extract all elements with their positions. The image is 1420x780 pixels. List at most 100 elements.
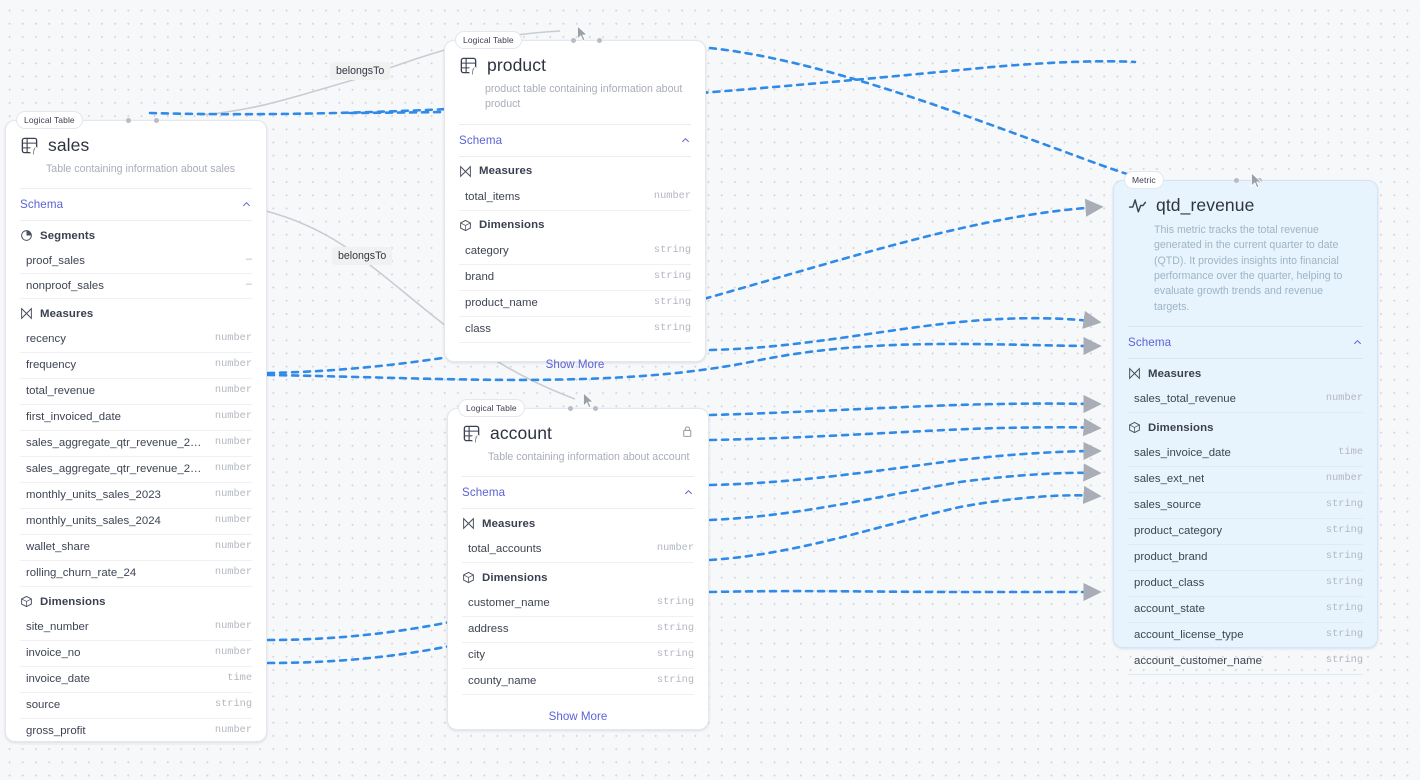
- field-type: string: [653, 269, 691, 282]
- field-row[interactable]: city string: [462, 643, 694, 670]
- handle-top-sales-2[interactable]: [154, 118, 159, 123]
- handle-top-product-2[interactable]: [597, 38, 602, 43]
- field-name: sales_total_revenue: [1134, 393, 1236, 406]
- node-sales-schema-toggle[interactable]: Schema: [20, 189, 252, 220]
- field-row[interactable]: source string: [20, 693, 252, 720]
- handle-top-sales-1[interactable]: [126, 118, 131, 123]
- group-header-measures: Measures: [20, 299, 252, 327]
- field-row[interactable]: sales_invoice_date time: [1128, 441, 1363, 468]
- field-row[interactable]: monthly_units_sales_2023 number: [20, 483, 252, 510]
- field-name: proof_sales: [26, 255, 85, 268]
- field-row[interactable]: product_class string: [1128, 571, 1363, 598]
- measures-icon: [460, 165, 471, 178]
- edge-blue-5: [708, 310, 1102, 352]
- field-row[interactable]: nonproof_sales –: [20, 274, 252, 300]
- field-row[interactable]: address string: [462, 617, 694, 644]
- field-row[interactable]: invoice_date time: [20, 667, 252, 694]
- field-row[interactable]: account_customer_name string: [1128, 649, 1363, 676]
- node-product-schema-groups: Measures total_items number Dimensions categ…: [459, 157, 691, 343]
- field-row[interactable]: rolling_churn_rate_24 number: [20, 561, 252, 588]
- edge-blue-10: [708, 485, 1102, 562]
- node-account-schema-toggle[interactable]: Schema: [462, 477, 694, 508]
- graph-canvas[interactable]: belongsTo belongsTo Logical Table f sale…: [0, 0, 1420, 780]
- group-name: Dimensions: [40, 595, 106, 608]
- dimensions-icon: [460, 219, 471, 231]
- field-name: sales_ext_net: [1134, 473, 1205, 486]
- measures-icon: [21, 307, 32, 320]
- field-type: string: [656, 674, 694, 687]
- handle-top-metric-1[interactable]: [1234, 178, 1239, 183]
- node-sales[interactable]: Logical Table f sales Table containing i…: [5, 111, 267, 746]
- field-row[interactable]: sales_source string: [1128, 493, 1363, 520]
- field-row[interactable]: gross_profit number: [20, 719, 252, 746]
- field-row[interactable]: first_invoiced_date number: [20, 405, 252, 432]
- node-account-badge: Logical Table: [458, 399, 525, 417]
- chevron-up-icon[interactable]: [680, 135, 691, 146]
- field-name: account_license_type: [1134, 629, 1244, 642]
- field-row[interactable]: customer_name string: [462, 591, 694, 618]
- node-sales-description: Table containing information about sales: [46, 163, 236, 175]
- field-row[interactable]: wallet_share number: [20, 535, 252, 562]
- edge-blue-13: [266, 640, 472, 665]
- group-header-dimensions: Dimensions: [1128, 413, 1363, 441]
- node-account-show-more-button[interactable]: Show More: [462, 695, 694, 729]
- field-row[interactable]: site_number number: [20, 615, 252, 642]
- node-product-badge: Logical Table: [455, 31, 522, 49]
- field-row[interactable]: total_revenue number: [20, 379, 252, 406]
- field-row[interactable]: sales_aggregate_qtr_revenue_20... number: [20, 431, 252, 458]
- field-row[interactable]: total_accounts number: [462, 537, 694, 564]
- measures-icon: [463, 517, 474, 530]
- field-row[interactable]: brand string: [459, 265, 691, 291]
- node-qtd-revenue[interactable]: Metric qtd_revenue This metric tracks th…: [1113, 171, 1378, 676]
- field-row[interactable]: recency number: [20, 327, 252, 354]
- group-header-dimensions: Dimensions: [459, 211, 691, 239]
- node-account-schema-groups: Measures total_accounts number Dimensions cu…: [462, 509, 694, 696]
- field-row[interactable]: sales_total_revenue number: [1128, 387, 1363, 414]
- field-row[interactable]: proof_sales –: [20, 249, 252, 275]
- group-header-segments: Segments: [20, 221, 252, 249]
- edge-blue-11: [708, 582, 1102, 602]
- field-type: number: [214, 566, 252, 579]
- field-row[interactable]: category string: [459, 239, 691, 265]
- field-row[interactable]: frequency number: [20, 353, 252, 380]
- field-type: number: [1325, 472, 1363, 485]
- dimensions-icon: [1129, 422, 1140, 434]
- field-type: number: [214, 332, 252, 345]
- mouse-cursor-icon: [577, 25, 589, 42]
- handle-top-account-1[interactable]: [568, 406, 573, 411]
- field-name: invoice_no: [26, 647, 81, 660]
- field-row[interactable]: account_license_type string: [1128, 623, 1363, 650]
- field-name: county_name: [468, 675, 537, 688]
- dimensions-icon: [21, 596, 32, 608]
- field-row[interactable]: product_category string: [1128, 519, 1363, 546]
- field-row[interactable]: class string: [459, 317, 691, 343]
- field-row[interactable]: product_brand string: [1128, 545, 1363, 572]
- field-name: brand: [465, 270, 495, 283]
- field-row[interactable]: total_items number: [459, 185, 691, 211]
- node-product[interactable]: Logical Table f product product table co…: [444, 31, 706, 371]
- chevron-up-icon[interactable]: [241, 199, 252, 210]
- field-name: nonproof_sales: [26, 280, 104, 293]
- activity-pulse-icon: [1128, 199, 1147, 213]
- node-product-description: product table containing information abo…: [485, 83, 683, 111]
- field-name: gross_profit: [26, 725, 86, 738]
- field-type: time: [1338, 446, 1363, 459]
- field-row[interactable]: monthly_units_sales_2024 number: [20, 509, 252, 536]
- node-account[interactable]: Logical Table f account Table containing…: [447, 399, 709, 730]
- field-name: site_number: [26, 621, 89, 634]
- chevron-up-icon[interactable]: [1352, 337, 1363, 348]
- lock-icon[interactable]: [681, 425, 694, 438]
- field-name: product_category: [1134, 525, 1223, 538]
- node-product-schema-toggle[interactable]: Schema: [459, 125, 691, 156]
- field-row[interactable]: invoice_no number: [20, 641, 252, 668]
- node-product-show-more-button[interactable]: Show More: [459, 343, 691, 377]
- field-row[interactable]: county_name string: [462, 669, 694, 696]
- field-name: address: [468, 623, 509, 636]
- field-row[interactable]: sales_ext_net number: [1128, 467, 1363, 494]
- field-row[interactable]: sales_aggregate_qtr_revenue_20... number: [20, 457, 252, 484]
- node-qtd-revenue-description: This metric tracks the total revenue gen…: [1154, 224, 1343, 313]
- chevron-up-icon[interactable]: [683, 487, 694, 498]
- field-row[interactable]: account_state string: [1128, 597, 1363, 624]
- field-row[interactable]: product_name string: [459, 291, 691, 317]
- node-qtd-revenue-schema-toggle[interactable]: Schema: [1128, 327, 1363, 358]
